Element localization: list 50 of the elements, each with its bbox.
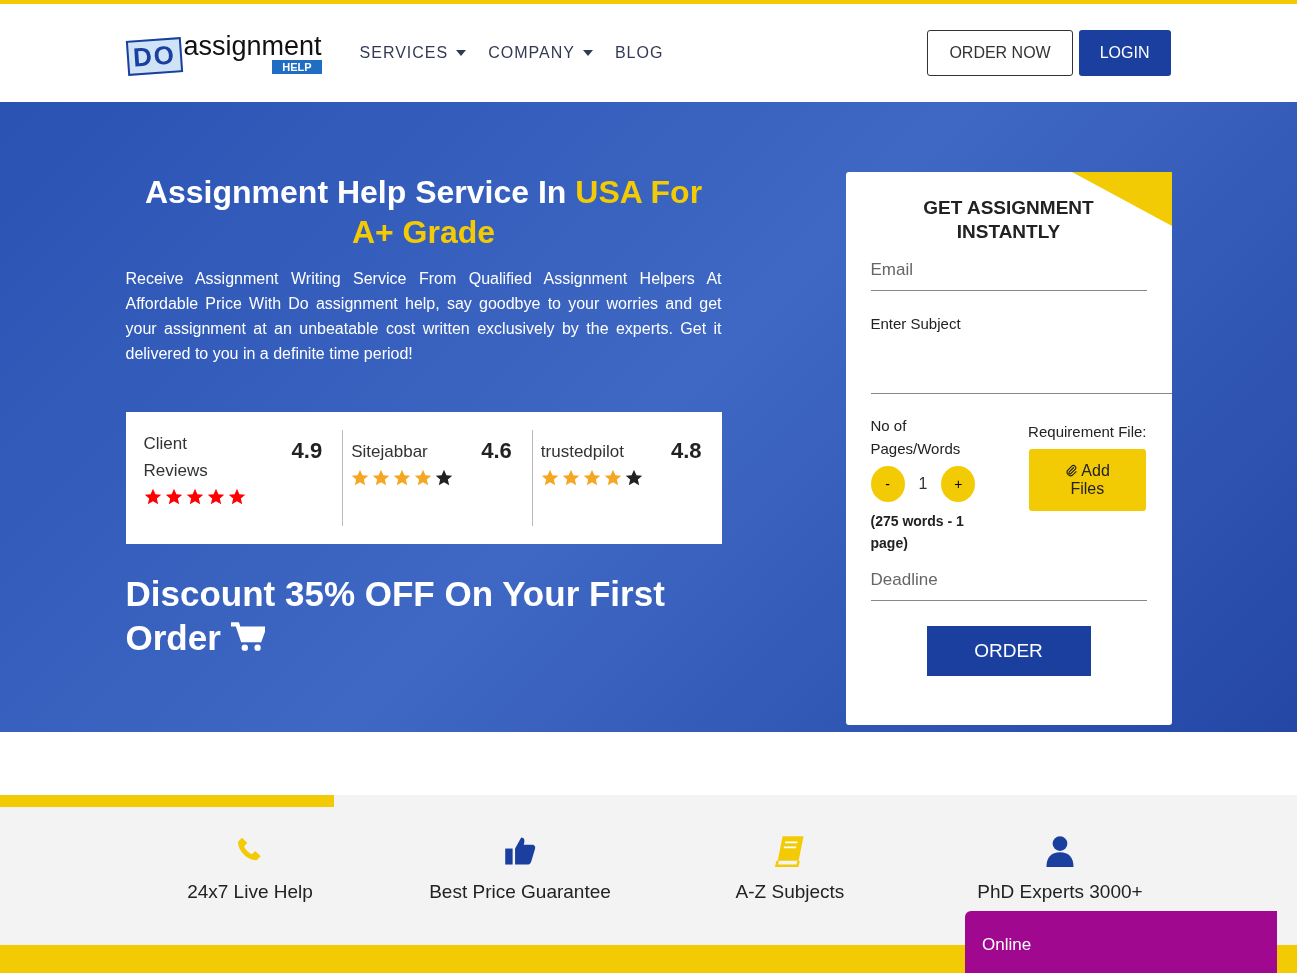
star-icon — [603, 469, 622, 487]
star-icon — [414, 469, 433, 487]
caret-icon — [582, 50, 593, 56]
star-icon — [164, 488, 183, 506]
rating-source: trustedpilot — [540, 441, 624, 463]
file-label: Requirement File: — [1028, 422, 1147, 442]
chat-tab[interactable]: Online — [965, 911, 1277, 973]
star-icon — [372, 469, 391, 487]
cart-icon — [230, 622, 265, 652]
rating-score: 4.6 — [481, 438, 512, 464]
star-icon — [561, 469, 580, 487]
form-title: GET ASSIGNMENT INSTANTLY — [922, 196, 1095, 244]
paperclip-icon — [1064, 464, 1078, 477]
decrement-button[interactable]: - — [870, 466, 905, 502]
login-button[interactable]: LOGIN — [1078, 30, 1171, 76]
rating-source: Sitejabbar — [351, 441, 428, 463]
pages-note: (275 words - 1 page) — [870, 512, 965, 553]
increment-button[interactable]: + — [941, 466, 976, 502]
caret-icon — [456, 50, 467, 56]
nav-link[interactable]: SERVICES — [359, 44, 467, 62]
star-icon — [227, 488, 246, 506]
discount-heading: Discount 35% OFF On Your First Order — [125, 573, 666, 659]
intro-paragraph: Receive Assignment Writing Service From Qualified Assignment Helpers At Affordable Price With Do assignment help, say goodbye to your worries and get your assignment at an unbeatable cost written exclusively by the experts. Get it delivered to you in a definite time period! — [125, 269, 722, 364]
empty-star-icon — [435, 469, 454, 487]
star-icon — [393, 469, 412, 487]
pages-label: No of Pages/Words — [870, 416, 962, 459]
book-icon — [774, 835, 806, 867]
add-files-button[interactable]: Add Files — [1028, 449, 1146, 511]
feature-label: Best Price Guarantee — [429, 881, 611, 903]
star-icon — [185, 488, 204, 506]
order-button[interactable]: ORDER — [926, 626, 1091, 676]
rating-score: 4.9 — [291, 438, 323, 464]
thumbs-up-icon — [504, 835, 536, 867]
user-icon — [1044, 835, 1076, 867]
order-now-button[interactable]: ORDER NOW — [927, 30, 1073, 76]
page-count: 1 — [918, 475, 928, 493]
star-icon — [540, 469, 559, 487]
nav-link[interactable]: COMPANY — [488, 44, 593, 62]
nav-link[interactable]: BLOG — [614, 44, 664, 62]
empty-star-icon — [624, 469, 643, 487]
feature-label: 24x7 Live Help — [187, 881, 313, 903]
star-icon — [351, 469, 370, 487]
star-icon — [582, 469, 601, 487]
star-icon — [143, 488, 162, 506]
feature-label: PhD Experts 3000+ — [977, 881, 1143, 903]
rating-source: Client Reviews — [143, 433, 209, 482]
rating-score: 4.8 — [670, 438, 702, 464]
hero-heading: Assignment Help Service In USA For A+ Grade — [143, 173, 704, 252]
star-icon — [206, 488, 225, 506]
feature-label: A-Z Subjects — [735, 881, 845, 903]
